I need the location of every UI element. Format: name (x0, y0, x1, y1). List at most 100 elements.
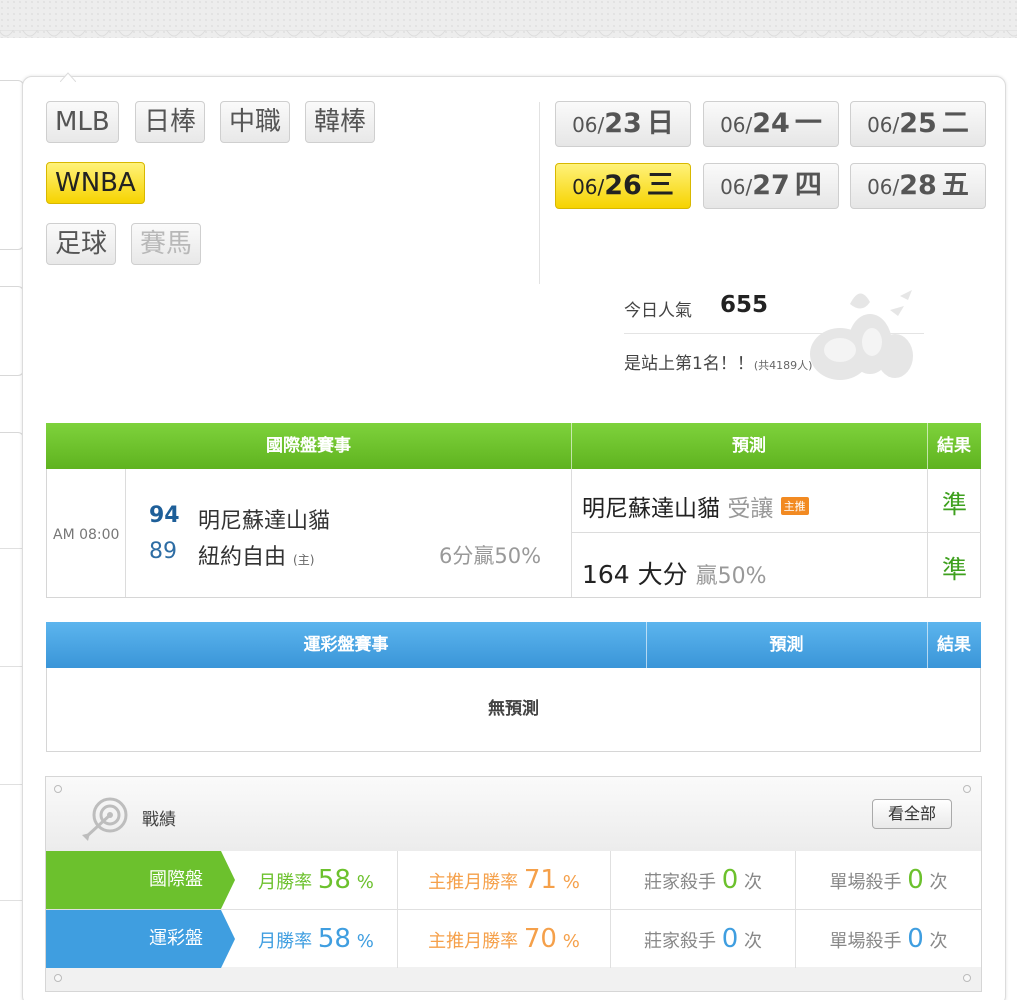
record-row-arrow (221, 851, 235, 909)
stat-label: 莊家殺手 (643, 872, 716, 893)
date-month: 06/ (720, 113, 753, 137)
league-button-horse-racing[interactable]: 賽馬 (131, 223, 202, 265)
popularity-count: 655 (720, 292, 769, 318)
home-team: 紐約自由 (主) (198, 539, 314, 571)
left-divider (0, 666, 24, 667)
date-weekday: 三 (646, 170, 674, 201)
record-row-arrow (221, 910, 235, 968)
main-pick-win-rate: 主推月勝率 71 % (398, 851, 610, 909)
record-header: 戰績 看全部 (46, 777, 981, 851)
date-button-0626[interactable]: 06/26 三 (555, 163, 691, 209)
date-month: 06/ (720, 175, 753, 199)
left-divider (0, 784, 24, 785)
stat-value: 0 (907, 924, 924, 954)
date-button-0623[interactable]: 06/23 日 (555, 101, 691, 147)
stat-label: 主推月勝率 (428, 931, 519, 952)
stat-value: 70 (523, 924, 557, 954)
stat-label: 月勝率 (258, 931, 313, 952)
month-win-rate: 月勝率 58 % (235, 910, 397, 968)
intl-table-header: 國際盤賽事 預測 結果 (46, 423, 981, 469)
date-button-0628[interactable]: 06/28 五 (850, 163, 986, 209)
dealer-killer: 莊家殺手 0 次 (611, 851, 795, 909)
popularity-label: 今日人氣 (624, 301, 692, 321)
date-month: 06/ (867, 175, 900, 199)
date-month: 06/ (572, 113, 605, 137)
stat-label: 單場殺手 (829, 931, 902, 952)
date-button-0624[interactable]: 06/24 一 (703, 101, 839, 147)
league-button-mlb[interactable]: MLB (46, 101, 119, 143)
stat-value: 0 (721, 924, 739, 954)
date-day: 24 (752, 108, 790, 139)
home-tag: (主) (293, 553, 315, 567)
date-weekday: 五 (941, 170, 969, 201)
left-panel-middle (0, 286, 24, 376)
dealer-killer: 莊家殺手 0 次 (611, 910, 795, 968)
stat-label: 單場殺手 (829, 872, 902, 893)
stat-unit: % (562, 872, 580, 893)
stat-value: 0 (907, 865, 924, 895)
home-team-name: 紐約自由 (198, 545, 287, 570)
intl-header-event: 國際盤賽事 (266, 436, 351, 456)
date-day: 26 (604, 170, 642, 201)
record-row-label: 國際盤 (46, 851, 221, 909)
record-row-label: 運彩盤 (46, 910, 221, 968)
card-notch (60, 72, 76, 82)
date-month: 06/ (867, 113, 900, 137)
league-button-npb[interactable]: 日棒 (135, 101, 206, 143)
stat-unit: % (356, 872, 374, 893)
popularity-rank: 是站上第1名！！(共4189人) (624, 349, 812, 374)
stat-unit: % (356, 931, 374, 952)
sports-header-prediction: 預測 (769, 635, 804, 655)
date-button-0627[interactable]: 06/27 四 (703, 163, 839, 209)
corner-dot (963, 785, 971, 793)
stat-value: 0 (721, 865, 739, 895)
rank-text: 是站上第1名！！ (624, 354, 754, 374)
corner-dot (54, 974, 62, 982)
cell-divider (927, 469, 928, 597)
stat-label: 月勝率 (258, 872, 313, 893)
stat-value: 58 (317, 924, 351, 954)
stat-unit: 次 (744, 931, 762, 952)
intl-header-prediction: 預測 (732, 436, 766, 456)
record-row-sports: 運彩盤 月勝率 58 % 主推月勝率 70 % 莊家殺手 0 次 單場殺手 0 … (46, 909, 981, 968)
stat-value: 58 (317, 865, 351, 895)
prediction-detail: 贏50% (695, 564, 767, 589)
league-button-wnba[interactable]: WNBA (46, 162, 145, 204)
spread-note: 6分贏50% (439, 544, 542, 568)
result-total: 準 (942, 555, 968, 584)
intl-header-result: 結果 (937, 436, 971, 456)
date-day: 28 (899, 170, 937, 201)
prediction-detail: 受讓 (727, 496, 774, 522)
cell-divider (571, 469, 572, 597)
sports-empty-row: 無預測 (46, 668, 981, 752)
game-time: AM 08:00 (53, 527, 120, 543)
sports-header-event: 運彩盤賽事 (303, 635, 389, 655)
date-weekday: 二 (941, 108, 969, 139)
left-divider (0, 548, 24, 549)
prediction-spread: 明尼蘇達山貓 受讓 主推 (582, 489, 809, 523)
target-icon (82, 797, 128, 841)
sports-header-result: 結果 (937, 635, 971, 655)
date-day: 27 (752, 170, 790, 201)
league-button-soccer[interactable]: 足球 (46, 223, 117, 265)
single-game-killer: 單場殺手 0 次 (796, 910, 981, 968)
top-band-scalloped-edge (0, 30, 1017, 37)
month-win-rate: 月勝率 58 % (235, 851, 397, 909)
league-button-cpbl[interactable]: 中職 (220, 101, 291, 143)
see-all-button[interactable]: 看全部 (872, 799, 952, 829)
date-button-0625[interactable]: 06/25 二 (850, 101, 986, 147)
record-panel: 戰績 看全部 國際盤 月勝率 58 % 主推月勝率 71 % 莊家殺手 0 次 … (45, 776, 982, 992)
main-pick-win-rate: 主推月勝率 70 % (398, 910, 610, 968)
date-weekday: 日 (646, 108, 674, 139)
left-divider (0, 900, 24, 901)
league-button-kbo[interactable]: 韓棒 (305, 101, 376, 143)
away-team: 明尼蘇達山貓 (198, 509, 331, 534)
left-panel-top (0, 80, 24, 250)
stat-unit: % (562, 931, 580, 952)
record-row-intl: 國際盤 月勝率 58 % 主推月勝率 71 % 莊家殺手 0 次 單場殺手 0 … (46, 851, 981, 909)
date-weekday: 一 (794, 108, 822, 139)
away-score: 94 (149, 503, 180, 528)
selector-divider (539, 102, 540, 284)
left-sidebar-partial (0, 60, 24, 1000)
corner-dot (54, 785, 62, 793)
